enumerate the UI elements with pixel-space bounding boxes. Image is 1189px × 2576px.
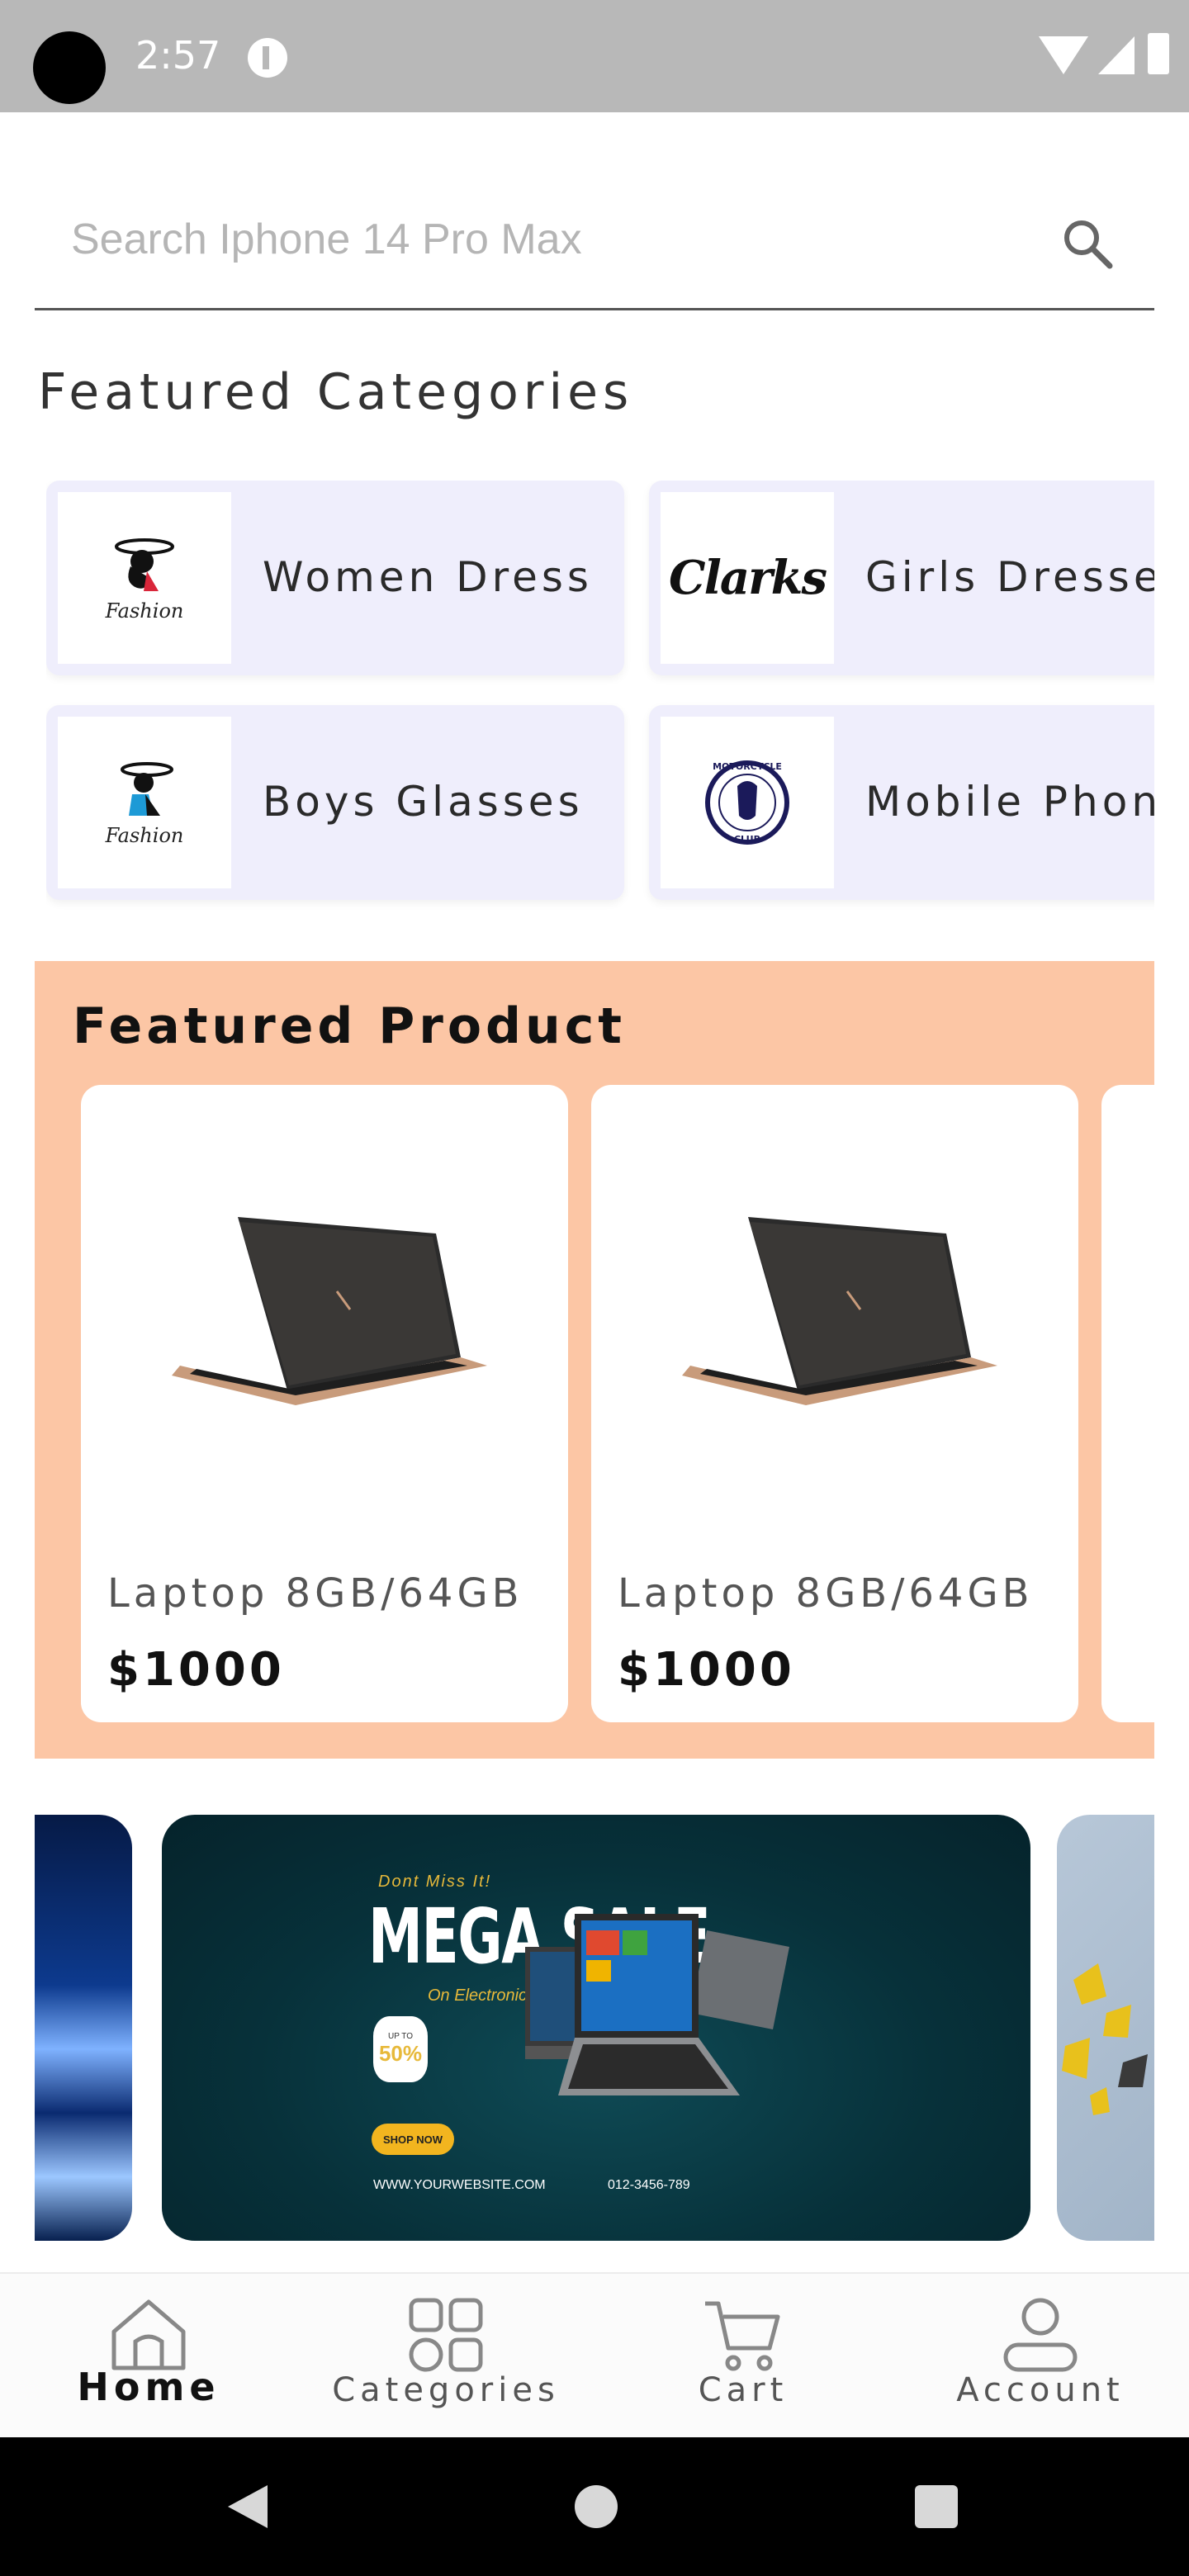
banner-phone: 012-3456-789 <box>608 2178 690 2192</box>
product-price: $1000 <box>618 1643 795 1697</box>
wifi-icon <box>1039 36 1088 74</box>
banner-slide-prev[interactable] <box>35 1815 132 2241</box>
featured-categories-title: Featured Categories <box>38 363 634 421</box>
search-bar <box>35 173 1154 310</box>
banner-slide-mega-sale[interactable]: Dont Miss It! MEGA SALE On Electronic Pr… <box>162 1815 1030 2241</box>
home-icon <box>111 2299 186 2370</box>
signal-icon <box>1098 36 1135 74</box>
category-label: Mobile Phones <box>865 778 1154 826</box>
product-card[interactable]: Laptop 8GB/64GB $1000 <box>591 1085 1078 1722</box>
svg-text:CLUB: CLUB <box>734 834 760 845</box>
recent-apps-icon[interactable] <box>915 2485 958 2528</box>
banner-dont-miss: Dont Miss It! <box>378 1873 492 1891</box>
category-label: Boys Glasses <box>263 778 584 826</box>
search-input[interactable] <box>71 206 979 272</box>
category-card[interactable]: Clarks Girls Dresses <box>649 481 1154 675</box>
product-card[interactable]: Laptop 8GB/64GB $1000 <box>81 1085 568 1722</box>
featured-product-section: Featured Product Laptop 8GB/64GB $1000 L… <box>35 961 1154 1759</box>
discount-badge: UP TO 50% <box>373 2016 428 2082</box>
category-card[interactable]: MOTORCYCLE CLUB Mobile Phones <box>649 705 1154 900</box>
category-label: Girls Dresses <box>865 553 1154 601</box>
system-navigation-bar <box>0 2437 1189 2576</box>
nav-home[interactable]: Home <box>0 2274 297 2439</box>
nav-cart[interactable]: Cart <box>594 2274 892 2439</box>
notification-app-icon <box>248 38 287 78</box>
product-name: Laptop 8GB/64GB <box>618 1570 1034 1617</box>
search-icon[interactable] <box>1059 215 1116 272</box>
svg-text:MOTORCYCLE: MOTORCYCLE <box>713 761 782 772</box>
status-time: 2:57 <box>135 33 221 78</box>
product-card-partial[interactable] <box>1101 1085 1154 1722</box>
clarks-logo: Clarks <box>661 492 834 664</box>
status-bar: 2:57 <box>0 0 1189 112</box>
nav-categories[interactable]: Categories <box>297 2274 594 2439</box>
bottom-navigation: Home Categories Cart Account <box>0 2272 1189 2437</box>
laptop-image <box>172 1217 487 1405</box>
back-icon[interactable] <box>228 2485 268 2528</box>
nav-cart-label: Cart <box>698 2371 789 2409</box>
category-card[interactable]: Fashion Boys Glasses <box>46 705 624 900</box>
battery-icon <box>1148 33 1169 74</box>
featured-product-title: Featured Product <box>73 997 626 1055</box>
category-label: Women Dress <box>263 553 593 601</box>
fashion-logo: Fashion <box>58 492 231 664</box>
banner-website: WWW.YOURWEBSITE.COM <box>373 2178 546 2192</box>
camera-cutout <box>33 31 106 104</box>
nav-account[interactable]: Account <box>892 2274 1189 2439</box>
laptops-image <box>525 1914 789 2095</box>
categories-icon <box>409 2298 483 2372</box>
motorcycle-club-logo: MOTORCYCLE CLUB <box>661 717 834 888</box>
product-name: Laptop 8GB/64GB <box>107 1570 523 1617</box>
nav-home-label: Home <box>77 2365 220 2409</box>
system-home-icon[interactable] <box>575 2485 618 2528</box>
product-price: $1000 <box>107 1643 285 1697</box>
laptop-image <box>682 1217 997 1405</box>
category-card[interactable]: Fashion Women Dress <box>46 481 624 675</box>
account-icon <box>1003 2298 1078 2372</box>
banner-carousel[interactable]: Dont Miss It! MEGA SALE On Electronic Pr… <box>35 1815 1154 2241</box>
shop-now-button[interactable]: SHOP NOW <box>372 2124 454 2155</box>
fashion-logo: Fashion <box>58 717 231 888</box>
cart-icon <box>705 2301 780 2371</box>
nav-account-label: Account <box>956 2371 1125 2409</box>
banner-slide-next[interactable] <box>1057 1815 1154 2241</box>
nav-categories-label: Categories <box>332 2371 560 2409</box>
categories-grid: Fashion Women Dress Clarks Girls Dresses… <box>46 481 1154 910</box>
